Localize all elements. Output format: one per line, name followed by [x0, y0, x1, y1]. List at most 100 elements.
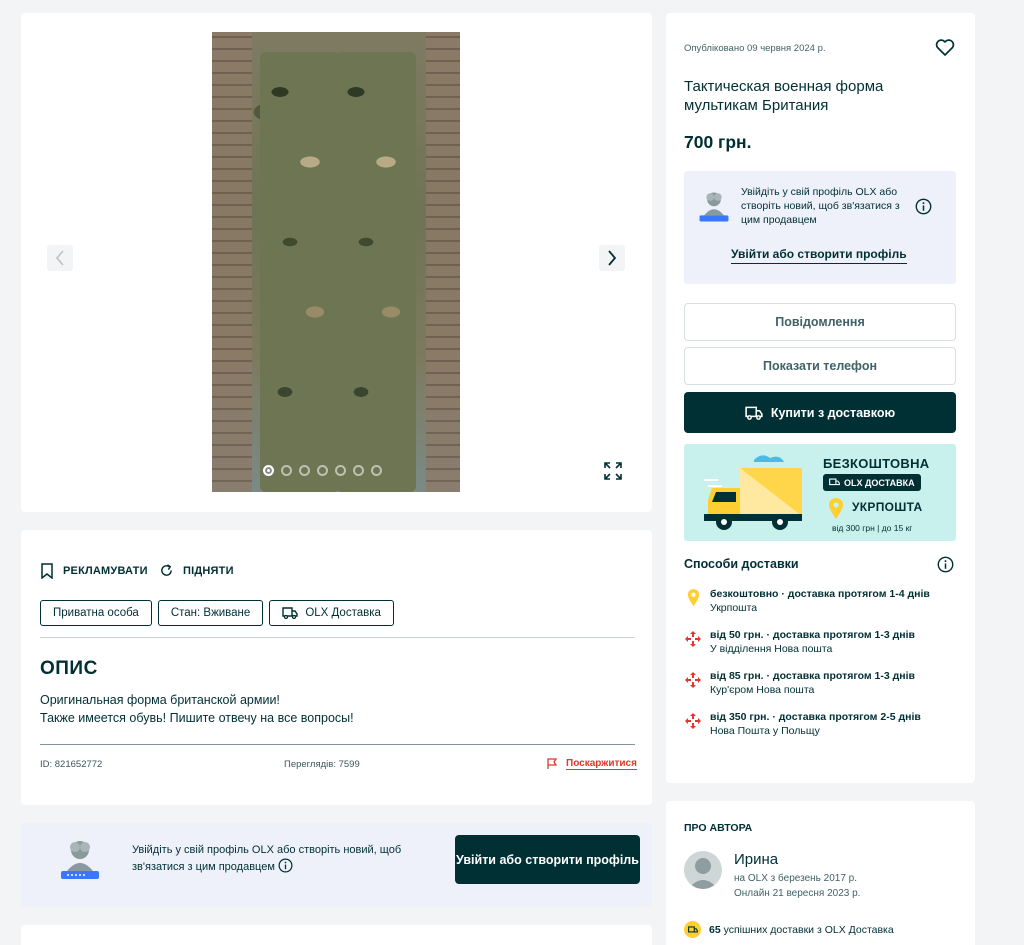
nova-poshta-icon: [685, 631, 701, 647]
chevron-right-icon: [608, 250, 617, 266]
delivery-truck-illustration: [704, 455, 802, 530]
login-banner: Увійдіть у свій профіль OLX або створіть…: [21, 823, 652, 907]
message-button[interactable]: Повідомлення: [684, 303, 956, 341]
login-banner-text: Увійдіть у свій профіль OLX або створіть…: [132, 844, 402, 873]
deliveries-count: 65: [709, 923, 721, 936]
slide-dot[interactable]: [281, 465, 292, 476]
tag-label: OLX Доставка: [305, 607, 381, 619]
ukrposhta-pin-icon: [687, 589, 699, 607]
author-last-online: Онлайн 21 вересня 2023 р.: [734, 888, 861, 899]
promo-olx-delivery-label: OLX ДОСТАВКА: [844, 477, 915, 488]
previous-photo-button[interactable]: [47, 245, 73, 271]
tag-label: Приватна особа: [53, 607, 139, 619]
nova-poshta-icon: [685, 713, 701, 729]
author-member-since: на OLX з березень 2017 р.: [734, 873, 858, 884]
login-prompt: Увійдіть у свій профіль OLX або створіть…: [684, 171, 956, 284]
promo-olx-delivery-badge: OLX ДОСТАВКА: [823, 474, 921, 491]
tag-private-person[interactable]: Приватна особа: [40, 600, 152, 626]
delivery-option-price: від 85 грн. · доставка протягом 1-3 днів: [710, 670, 916, 682]
author-name[interactable]: Ирина: [734, 851, 778, 868]
ad-tags: Приватна особа Стан: Вживане OLX Доставк…: [40, 600, 394, 626]
description-text: Оригинальная форма британской армии! Так…: [40, 691, 354, 727]
slide-dot[interactable]: [263, 465, 274, 476]
next-section-card: [21, 925, 652, 945]
profile-illustration-icon: [699, 192, 729, 222]
description-line: Также имеется обувь! Пишите отвечу на вс…: [40, 711, 354, 725]
tag-label: Стан: Вживане: [170, 607, 251, 619]
delivery-option-price: від 350 грн. · доставка протягом 2-5 дні…: [710, 711, 921, 723]
avatar[interactable]: [684, 851, 722, 889]
product-photo[interactable]: [212, 32, 460, 492]
slide-dot[interactable]: [371, 465, 382, 476]
info-icon[interactable]: [278, 858, 293, 873]
slide-indicator: [263, 465, 382, 476]
slide-dot[interactable]: [353, 465, 364, 476]
heart-icon[interactable]: [935, 39, 955, 57]
truck-icon: [745, 406, 763, 420]
buy-with-delivery-button[interactable]: Купити з доставкою: [684, 392, 956, 433]
view-count: Переглядів: 7599: [284, 759, 360, 770]
show-phone-button[interactable]: Показати телефон: [684, 347, 956, 385]
tag-olx-delivery[interactable]: OLX Доставка: [269, 600, 394, 626]
delivery-methods-heading: Способи доставки: [684, 557, 799, 571]
refresh-icon: [161, 564, 172, 576]
nova-poshta-icon: [685, 672, 701, 688]
author-heading: ПРО АВТОРА: [684, 822, 753, 834]
successful-deliveries: 65 успішних доставки з OLX Доставка: [684, 921, 894, 938]
slide-dot[interactable]: [335, 465, 346, 476]
photo-background: [212, 32, 252, 492]
login-prompt-message: Увійдіть у свій профіль OLX або створіть…: [741, 186, 900, 226]
login-or-register-button[interactable]: Увійти або створити профіль: [455, 835, 640, 884]
divider: [40, 744, 635, 745]
slide-dot[interactable]: [299, 465, 310, 476]
login-banner-message: Увійдіть у свій профіль OLX або створіть…: [132, 843, 422, 875]
info-icon[interactable]: [915, 198, 932, 215]
report-link[interactable]: Поскаржитися: [546, 758, 637, 770]
truck-icon: [829, 478, 840, 486]
chevron-left-icon: [55, 250, 64, 266]
delivery-badge-icon: [684, 921, 701, 938]
user-avatar-icon: [688, 858, 718, 889]
report-label: Поскаржитися: [566, 758, 637, 770]
fullscreen-icon[interactable]: [601, 459, 625, 483]
offer-sidebar: Опубліковано 09 червня 2024 р. Тактическ…: [666, 13, 975, 783]
photo-background: [426, 32, 460, 492]
delivery-option-carrier: Кур'єром Нова пошта: [710, 684, 815, 696]
raise-label: ПІДНЯТИ: [183, 564, 234, 577]
ukrposhta-pin-icon: [829, 498, 843, 519]
delivery-option-carrier: У відділення Нова пошта: [710, 643, 833, 655]
promote-button[interactable]: РЕКЛАМУВАТИ: [40, 563, 148, 579]
photo-trouser-leg: [260, 52, 340, 492]
photo-gallery: [21, 13, 652, 512]
delivery-option-price: від 50 грн. · доставка протягом 1-3 днів: [710, 629, 916, 641]
login-or-register-link[interactable]: Увійти або створити профіль: [731, 247, 907, 264]
delivery-option-nova-poshta-branch: від 50 грн. · доставка протягом 1-3 днів…: [684, 628, 915, 656]
delivery-option-price: безкоштовно · доставка протягом 1-4 днів: [710, 588, 930, 600]
info-icon[interactable]: [937, 556, 954, 573]
delivery-option-ukrposhta: безкоштовно · доставка протягом 1-4 днів…: [684, 587, 930, 615]
ad-price: 700 грн.: [684, 132, 752, 152]
tag-condition[interactable]: Стан: Вживане: [157, 600, 264, 626]
next-photo-button[interactable]: [599, 245, 625, 271]
slide-dot[interactable]: [317, 465, 328, 476]
promo-ukrposhta-label: УКРПОШТА: [852, 500, 923, 514]
description-heading: ОПИС: [40, 658, 98, 679]
published-date: Опубліковано 09 червня 2024 р.: [684, 43, 826, 54]
delivery-option-carrier: Нова Пошта у Польщу: [710, 725, 820, 737]
raise-button[interactable]: ПІДНЯТИ: [159, 563, 234, 578]
delivery-option-nova-poshta-courier: від 85 грн. · доставка протягом 1-3 днів…: [684, 669, 915, 697]
photo-trouser-leg: [336, 52, 416, 492]
free-delivery-promo[interactable]: БЕЗКОШТОВНА OLX ДОСТАВКА УКРПОШТА від 30…: [684, 444, 956, 541]
ad-id: ID: 821652772: [40, 759, 103, 770]
promo-conditions: від 300 грн | до 15 кг: [832, 523, 913, 533]
bookmark-icon: [41, 563, 53, 579]
promote-label: РЕКЛАМУВАТИ: [63, 565, 148, 577]
delivery-option-carrier: Укрпошта: [710, 602, 758, 614]
buy-button-label: Купити з доставкою: [770, 405, 896, 420]
promo-free-label: БЕЗКОШТОВНА: [823, 456, 930, 471]
deliveries-text: успішних доставки з OLX Доставка: [723, 923, 894, 936]
profile-illustration-icon: [61, 841, 99, 879]
ad-details: РЕКЛАМУВАТИ ПІДНЯТИ Приватна особа Стан:…: [21, 530, 652, 805]
author-card: ПРО АВТОРА Ирина на OLX з березень 2017 …: [666, 801, 975, 945]
ad-title: Тактическая военная форма мультикам Брит…: [684, 78, 884, 114]
